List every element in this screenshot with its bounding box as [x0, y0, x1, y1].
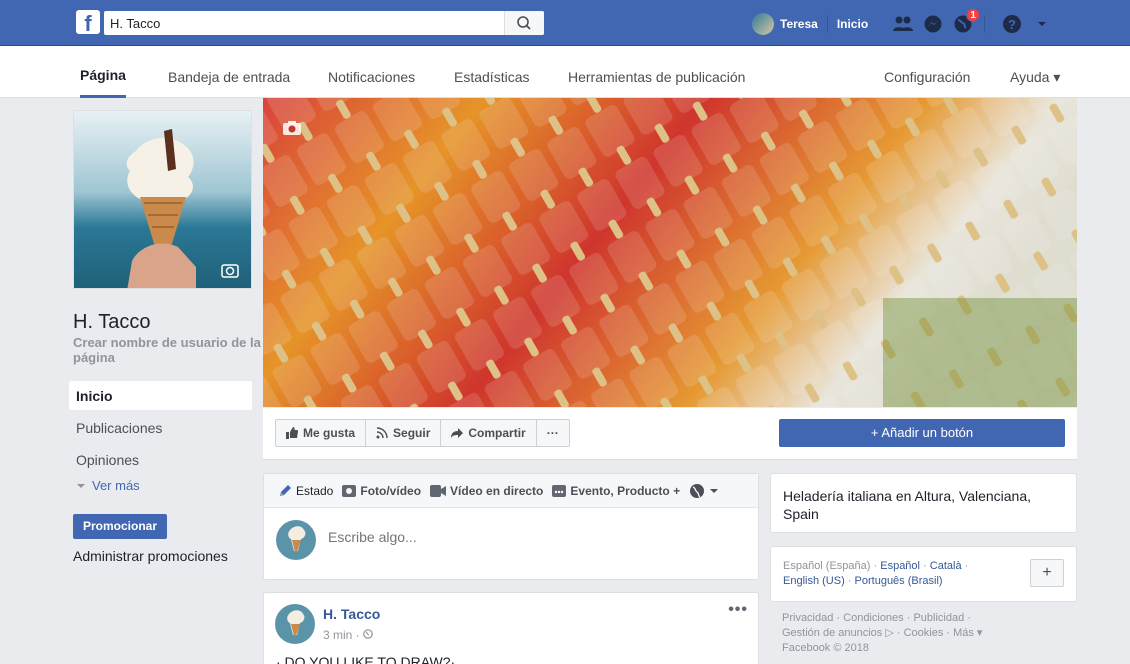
top-right-nav: Teresa Inicio 1 ? [752, 8, 1054, 35]
messenger-icon[interactable] [921, 13, 945, 35]
tab-ayuda[interactable]: Ayuda ▾ [1010, 46, 1060, 98]
divider [876, 15, 877, 33]
notifications-globe-icon[interactable]: 1 [951, 8, 981, 35]
tab-pagina[interactable]: Página [80, 46, 126, 98]
user-name-link[interactable]: Teresa [780, 17, 818, 31]
search-input[interactable] [104, 11, 504, 35]
post-card: H. Tacco 3 min · ••• · DO YOU LIKE TO DR… [263, 592, 759, 664]
manage-promotions-link[interactable]: Administrar promociones [73, 548, 228, 564]
language-link[interactable]: Català [930, 560, 962, 572]
composer-tab-video[interactable]: Vídeo en directo [430, 484, 543, 498]
share-label: Compartir [468, 426, 526, 440]
create-username-link[interactable]: Crear nombre de usuario de la página [73, 335, 263, 365]
top-bar: f Teresa Inicio 1 ? [0, 0, 1130, 46]
footer-line[interactable]: Privacidad · Condiciones · Publicidad · [782, 611, 1062, 626]
tab-notificaciones[interactable]: Notificaciones [328, 46, 415, 98]
left-nav-publicaciones[interactable]: Publicaciones [76, 420, 162, 436]
composer-tab-label: Vídeo en directo [450, 483, 544, 498]
composer-tabs: Estado Foto/vídeo Vídeo en directo Event… [264, 474, 758, 508]
add-button-cta[interactable]: + Añadir un botón [779, 419, 1065, 447]
post-composer: Estado Foto/vídeo Vídeo en directo Event… [263, 473, 759, 580]
audience-selector[interactable] [689, 483, 723, 499]
globe-icon [363, 629, 373, 639]
about-text: Heladería italiana en Altura, Valenciana… [783, 488, 1032, 522]
promote-button[interactable]: Promocionar [73, 514, 167, 539]
cover-camera-icon[interactable] [282, 120, 302, 139]
search-button[interactable] [504, 11, 544, 35]
post-text: · DO YOU LIKE TO DRAW?· [276, 654, 456, 664]
globe-icon [690, 483, 705, 498]
follow-label: Seguir [393, 426, 431, 440]
post-author-name[interactable]: H. Tacco [323, 606, 380, 622]
post-options-button[interactable]: ••• [728, 601, 748, 619]
page-title: H. Tacco [73, 311, 151, 333]
cover-photo[interactable] [263, 98, 1077, 407]
post-timestamp: 3 min · [323, 628, 373, 642]
chevron-down-icon [710, 488, 719, 493]
page-nav: Página Bandeja de entrada Notificaciones… [0, 46, 1130, 98]
friend-requests-icon[interactable] [891, 13, 915, 35]
share-button[interactable]: Compartir [441, 420, 537, 446]
languages-card: Español (España) · Español · Català · En… [770, 546, 1077, 602]
tab-bandeja[interactable]: Bandeja de entrada [168, 46, 290, 98]
composer-tab-foto[interactable]: Foto/vídeo [342, 484, 421, 498]
see-more-label: Ver más [92, 478, 140, 493]
user-avatar[interactable] [752, 13, 774, 35]
rss-icon [376, 427, 388, 439]
search-box [104, 11, 544, 35]
post-author-avatar[interactable] [275, 604, 315, 644]
about-card: Heladería italiana en Altura, Valenciana… [770, 473, 1077, 533]
current-language: Español (España) [783, 560, 871, 572]
thumbs-up-icon [286, 427, 298, 439]
see-more-link[interactable]: Ver más [76, 478, 140, 493]
action-button-group: Me gusta Seguir Compartir ··· [275, 419, 570, 447]
search-icon [517, 16, 531, 30]
chevron-down-icon [77, 484, 85, 488]
composer-input[interactable] [328, 529, 728, 545]
profile-picture[interactable] [73, 110, 252, 289]
help-icon[interactable]: ? [1000, 13, 1024, 35]
language-link[interactable]: Español [880, 560, 920, 572]
like-button[interactable]: Me gusta [276, 420, 367, 446]
composer-tab-label: Evento, Producto + [570, 483, 681, 498]
composer-tab-estado[interactable]: Estado [278, 484, 333, 498]
left-nav-opiniones[interactable]: Opiniones [76, 452, 139, 468]
event-icon [552, 484, 567, 497]
divider [826, 15, 828, 33]
follow-button[interactable]: Seguir [366, 420, 442, 446]
pencil-icon [280, 484, 291, 496]
tab-herramientas[interactable]: Herramientas de publicación [568, 46, 745, 98]
photo-icon [342, 484, 357, 497]
more-languages-button[interactable]: + [1030, 559, 1064, 587]
video-camera-icon [430, 484, 447, 497]
tab-configuracion[interactable]: Configuración [884, 46, 970, 98]
language-link[interactable]: English (US) [783, 575, 845, 587]
svg-text:?: ? [1008, 17, 1016, 32]
composer-tab-label: Estado [296, 483, 334, 498]
home-link[interactable]: Inicio [837, 17, 868, 31]
post-time[interactable]: 3 min · [323, 628, 363, 642]
chevron-down-icon[interactable] [1030, 13, 1054, 35]
like-label: Me gusta [303, 426, 356, 440]
footer-links: Privacidad · Condiciones · Publicidad · … [782, 611, 1062, 656]
facebook-logo-icon[interactable]: f [76, 10, 100, 34]
composer-tab-evento[interactable]: Evento, Producto + [552, 484, 680, 498]
share-arrow-icon [451, 428, 464, 438]
page-action-bar: Me gusta Seguir Compartir ··· + Añadir u… [263, 408, 1077, 460]
composer-avatar [276, 520, 316, 560]
more-actions-button[interactable]: ··· [537, 420, 569, 446]
footer-line[interactable]: Gestión de anuncios ▷ · Cookies · Más ▾ [782, 626, 1062, 641]
notifications-badge: 1 [966, 8, 981, 22]
language-link[interactable]: Português (Brasil) [855, 575, 943, 587]
composer-tab-label: Foto/vídeo [360, 483, 422, 498]
footer-copyright: Facebook © 2018 [782, 642, 869, 654]
tab-estadisticas[interactable]: Estadísticas [454, 46, 529, 98]
divider [984, 15, 986, 33]
left-nav-inicio[interactable]: Inicio [76, 388, 113, 404]
